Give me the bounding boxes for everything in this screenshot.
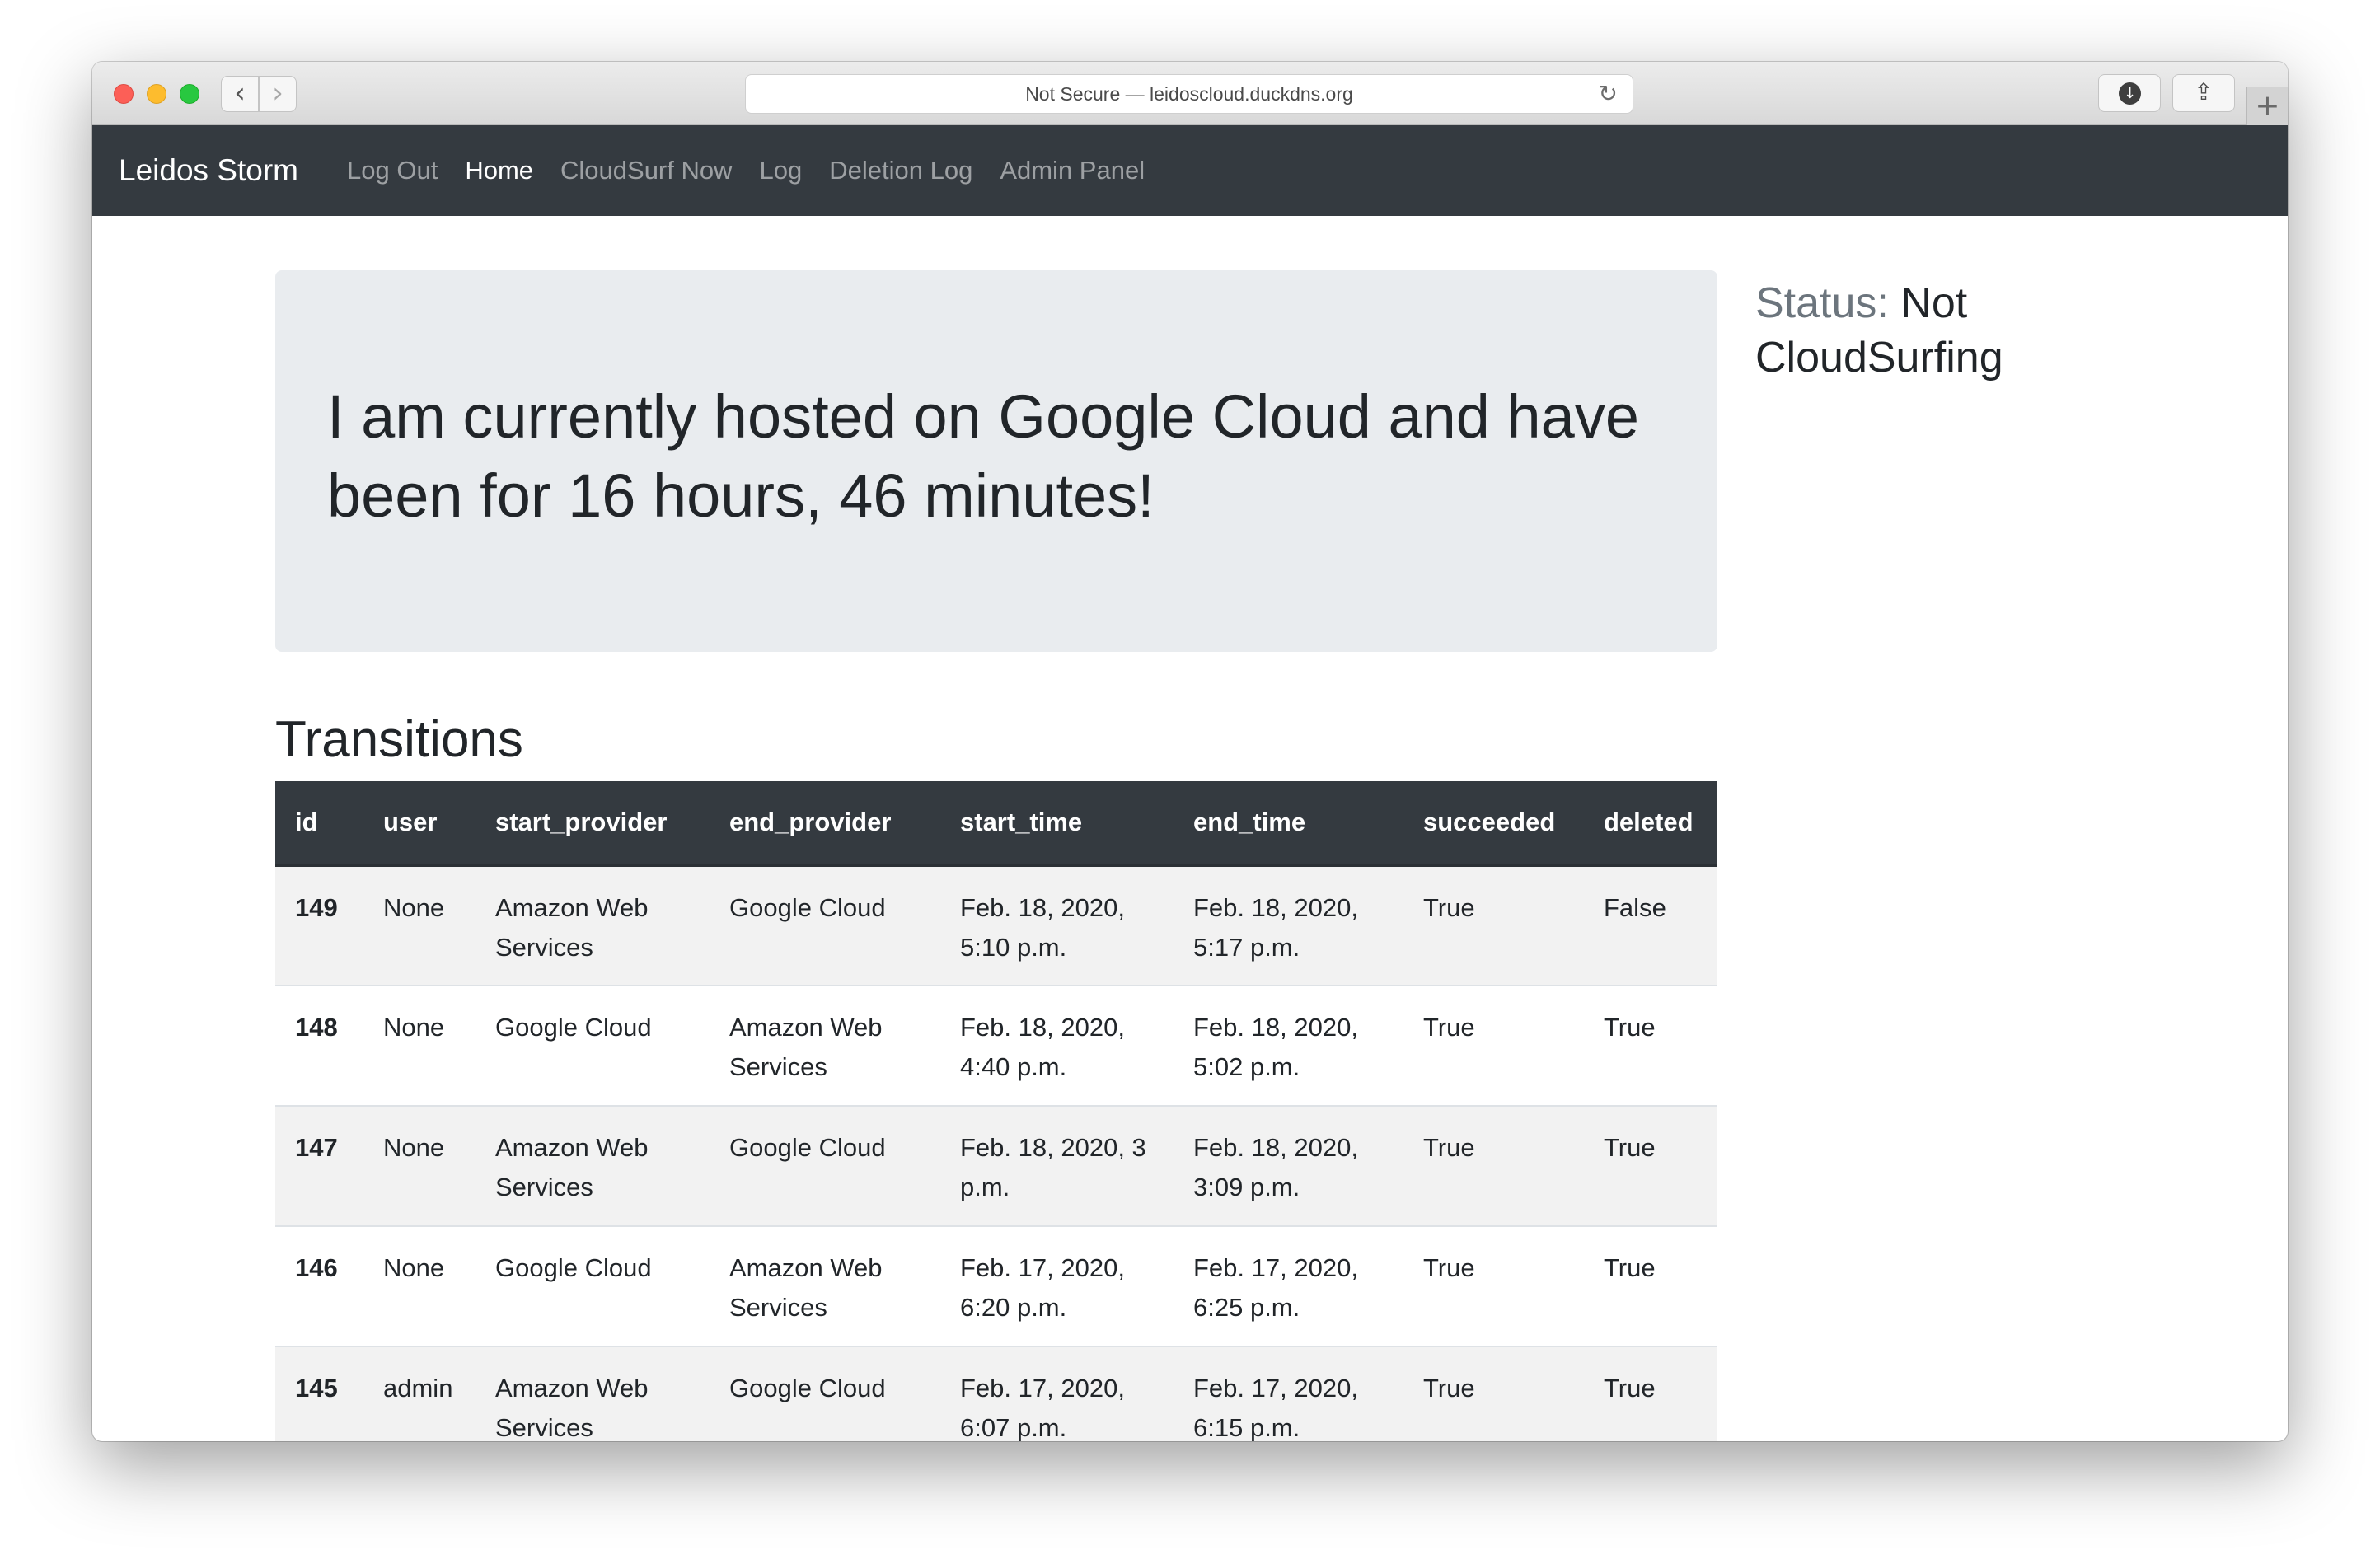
cell-start-time: Feb. 18, 2020, 5:10 p.m.: [940, 864, 1174, 986]
download-icon: ↓: [2119, 82, 2141, 105]
cell-deleted: False: [1584, 864, 1717, 986]
table-row: 149 None Amazon Web Services Google Clou…: [275, 864, 1717, 986]
table-row: 148 None Google Cloud Amazon Web Service…: [275, 985, 1717, 1106]
cell-succeeded: True: [1403, 985, 1584, 1106]
hosting-message: I am currently hosted on Google Cloud an…: [327, 382, 1639, 530]
transitions-heading: Transitions: [275, 711, 523, 768]
hosting-jumbotron: I am currently hosted on Google Cloud an…: [275, 270, 1717, 652]
nav-link-log-out[interactable]: Log Out: [347, 156, 438, 185]
column-header: end_time: [1174, 781, 1403, 867]
screenshot-stage: ‹ › Not Secure — leidoscloud.duckdns.org…: [0, 0, 2380, 1564]
cell-end-provider: Google Cloud: [710, 1346, 940, 1441]
cell-end-time: Feb. 17, 2020, 6:15 p.m.: [1174, 1346, 1403, 1441]
column-header: end_provider: [710, 781, 940, 867]
share-button[interactable]: ⇪: [2172, 74, 2235, 112]
cell-end-provider: Google Cloud: [710, 1105, 940, 1226]
cell-deleted: True: [1584, 985, 1717, 1106]
table-row: 145 admin Amazon Web Services Google Clo…: [275, 1346, 1717, 1441]
column-header: start_time: [940, 781, 1174, 867]
minimize-window-button[interactable]: [147, 84, 166, 104]
address-bar[interactable]: Not Secure — leidoscloud.duckdns.org ↻: [745, 74, 1633, 114]
cell-start-provider: Amazon Web Services: [476, 1105, 710, 1226]
nav-link-log[interactable]: Log: [760, 156, 803, 185]
cell-id: 145: [275, 1346, 363, 1441]
cell-user: None: [363, 1105, 476, 1226]
new-tab-button[interactable]: +: [2246, 87, 2288, 125]
cell-start-time: Feb. 17, 2020, 6:20 p.m.: [940, 1225, 1174, 1346]
cell-deleted: True: [1584, 1346, 1717, 1441]
navbar-brand[interactable]: Leidos Storm: [119, 125, 298, 216]
nav-link-admin-panel[interactable]: Admin Panel: [1000, 156, 1145, 185]
column-header: start_provider: [476, 781, 710, 867]
cell-succeeded: True: [1403, 864, 1584, 986]
site-navbar: Leidos Storm Log Out Home CloudSurf Now …: [92, 125, 2288, 216]
cell-deleted: True: [1584, 1225, 1717, 1346]
browser-window: ‹ › Not Secure — leidoscloud.duckdns.org…: [92, 62, 2288, 1441]
cell-start-provider: Amazon Web Services: [476, 864, 710, 986]
chevron-left-icon: ‹: [234, 77, 246, 110]
browser-titlebar: ‹ › Not Secure — leidoscloud.duckdns.org…: [92, 62, 2288, 125]
navbar-links: Log Out Home CloudSurf Now Log Deletion …: [347, 125, 1172, 216]
cell-succeeded: True: [1403, 1346, 1584, 1441]
cell-start-provider: Google Cloud: [476, 1225, 710, 1346]
cell-start-time: Feb. 18, 2020, 4:40 p.m.: [940, 985, 1174, 1106]
cell-id: 149: [275, 864, 363, 986]
table-row: 147 None Amazon Web Services Google Clou…: [275, 1105, 1717, 1226]
back-button[interactable]: ‹: [221, 76, 259, 112]
plus-icon: +: [2255, 89, 2280, 123]
nav-link-cloudsurf-now[interactable]: CloudSurf Now: [560, 156, 732, 185]
forward-button[interactable]: ›: [259, 76, 297, 112]
transitions-table: id user start_provider end_provider star…: [275, 781, 1717, 1441]
column-header: id: [275, 781, 363, 867]
column-header: deleted: [1584, 781, 1717, 867]
cell-start-time: Feb. 18, 2020, 3 p.m.: [940, 1105, 1174, 1226]
status-label: Status:: [1755, 279, 1889, 327]
cell-user: admin: [363, 1346, 476, 1441]
column-header: user: [363, 781, 476, 867]
close-window-button[interactable]: [114, 84, 134, 104]
reload-icon[interactable]: ↻: [1599, 75, 1618, 113]
address-bar-text: Not Secure — leidoscloud.duckdns.org: [1025, 83, 1353, 105]
cell-succeeded: True: [1403, 1105, 1584, 1226]
downloads-button[interactable]: ↓: [2098, 74, 2161, 112]
nav-link-home[interactable]: Home: [465, 156, 533, 185]
cell-start-time: Feb. 17, 2020, 6:07 p.m.: [940, 1346, 1174, 1441]
table-row: 146 None Google Cloud Amazon Web Service…: [275, 1225, 1717, 1346]
cell-id: 146: [275, 1225, 363, 1346]
cell-user: None: [363, 1225, 476, 1346]
cell-end-time: Feb. 18, 2020, 5:17 p.m.: [1174, 864, 1403, 986]
cell-user: None: [363, 864, 476, 986]
cell-start-provider: Google Cloud: [476, 985, 710, 1106]
cell-id: 147: [275, 1105, 363, 1226]
chevron-right-icon: ›: [272, 77, 283, 110]
cell-end-time: Feb. 18, 2020, 5:02 p.m.: [1174, 985, 1403, 1106]
cell-end-provider: Google Cloud: [710, 864, 940, 986]
zoom-window-button[interactable]: [180, 84, 199, 104]
cell-succeeded: True: [1403, 1225, 1584, 1346]
cell-end-provider: Amazon Web Services: [710, 1225, 940, 1346]
cell-end-provider: Amazon Web Services: [710, 985, 940, 1106]
cell-start-provider: Amazon Web Services: [476, 1346, 710, 1441]
cell-end-time: Feb. 17, 2020, 6:25 p.m.: [1174, 1225, 1403, 1346]
column-header: succeeded: [1403, 781, 1584, 867]
cell-deleted: True: [1584, 1105, 1717, 1226]
cell-user: None: [363, 985, 476, 1106]
status-panel: Status: Not CloudSurfing: [1755, 276, 2085, 385]
cell-end-time: Feb. 18, 2020, 3:09 p.m.: [1174, 1105, 1403, 1226]
nav-link-deletion-log[interactable]: Deletion Log: [829, 156, 972, 185]
table-header-row: id user start_provider end_provider star…: [275, 781, 1717, 867]
cell-id: 148: [275, 985, 363, 1106]
share-icon: ⇪: [2194, 78, 2214, 105]
